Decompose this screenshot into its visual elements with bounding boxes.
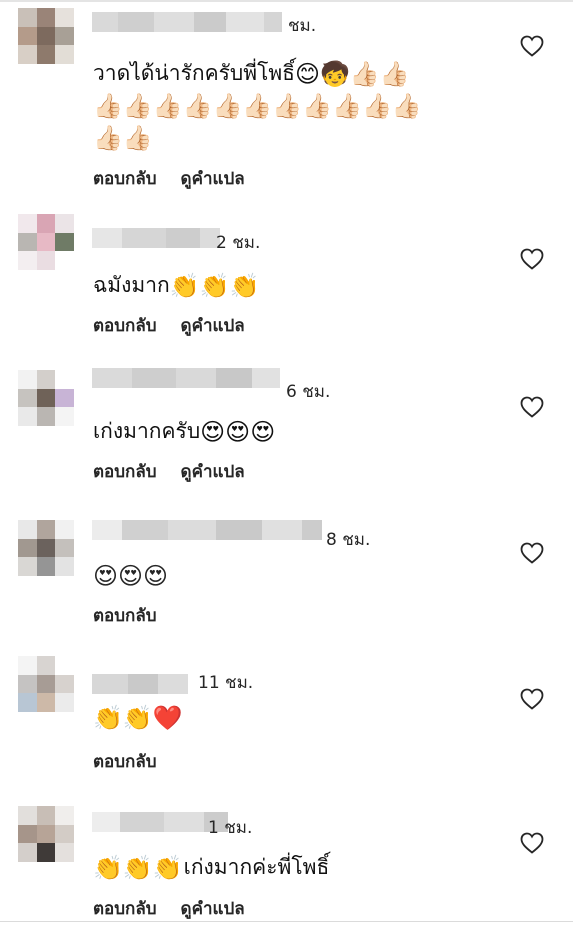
avatar[interactable]	[18, 656, 74, 712]
comment-body: วาดได้น่ารักครับพี่โพธิ์	[93, 61, 296, 85]
comment-actions: ตอบกลับ ดูคำแปล	[93, 458, 269, 485]
reply-button[interactable]: ตอบกลับ	[93, 169, 157, 189]
emoji-group: 😍😍😍	[93, 562, 169, 590]
bottom-divider	[0, 921, 573, 922]
translate-button[interactable]: ดูคำแปล	[181, 462, 245, 482]
emoji-row: 👍🏻👍🏻👍🏻👍🏻👍🏻👍🏻👍🏻👍🏻👍🏻👍🏻👍🏻	[93, 92, 422, 120]
heart-outline-icon[interactable]	[520, 35, 544, 57]
comment-actions: ตอบกลับ	[93, 602, 181, 629]
comment-actions: ตอบกลับ ดูคำแปล	[93, 312, 269, 339]
username-redacted[interactable]	[92, 368, 280, 388]
emoji-group: 😊🧒👍🏻👍🏻	[295, 60, 410, 88]
comment-text: 👏👏👏เก่งมากค่ะพี่โพธิ์	[93, 850, 329, 884]
reply-button[interactable]: ตอบกลับ	[93, 316, 157, 336]
comment-time: ชม.	[288, 16, 317, 36]
heart-outline-icon[interactable]	[520, 688, 544, 710]
comment-time: 11 ชม.	[198, 673, 254, 693]
translate-button[interactable]: ดูคำแปล	[181, 899, 245, 919]
emoji-group: 😍😍😍	[200, 418, 276, 446]
comment-body: ฉมังมาก	[93, 273, 170, 297]
avatar[interactable]	[18, 806, 74, 862]
heart-outline-icon[interactable]	[520, 396, 544, 418]
comment-time: 8 ชม.	[326, 530, 371, 550]
emoji-group: 👏👏👏	[169, 272, 260, 300]
heart-outline-icon[interactable]	[520, 542, 544, 564]
comment-actions: ตอบกลับ ดูคำแปล	[93, 895, 269, 922]
translate-button[interactable]: ดูคำแปล	[181, 169, 245, 189]
emoji-group: 👏👏👏	[93, 854, 183, 882]
translate-button[interactable]: ดูคำแปล	[181, 316, 245, 336]
username-redacted[interactable]	[92, 520, 322, 540]
comment-body: เก่งมากค่ะพี่โพธิ์	[183, 855, 330, 879]
reply-button[interactable]: ตอบกลับ	[93, 462, 157, 482]
emoji-row: 👍🏻👍🏻	[93, 124, 153, 152]
reply-button[interactable]: ตอบกลับ	[93, 606, 157, 626]
emoji-group: 👏👏❤️	[93, 704, 183, 732]
comment-text: วาดได้น่ารักครับพี่โพธิ์😊🧒👍🏻👍🏻	[93, 56, 411, 90]
heart-outline-icon[interactable]	[520, 832, 544, 854]
comment-text: ฉมังมาก👏👏👏	[93, 268, 260, 302]
username-redacted[interactable]	[92, 674, 188, 694]
comment-body: เก่งมากครับ	[93, 419, 201, 443]
avatar[interactable]	[18, 214, 74, 270]
comment-text: เก่งมากครับ😍😍😍	[93, 414, 276, 448]
top-divider	[0, 0, 573, 2]
avatar[interactable]	[18, 520, 74, 576]
comment-actions: ตอบกลับ ดูคำแปล	[93, 165, 269, 192]
heart-outline-icon[interactable]	[520, 248, 544, 270]
comment-time: 6 ชม.	[286, 382, 331, 402]
reply-button[interactable]: ตอบกลับ	[93, 899, 157, 919]
reply-button[interactable]: ตอบกลับ	[93, 752, 157, 772]
avatar[interactable]	[18, 8, 74, 64]
comment-time: 1 ชม.	[208, 818, 253, 838]
comment-actions: ตอบกลับ	[93, 748, 181, 775]
comment-time: 2 ชม.	[216, 233, 261, 253]
avatar[interactable]	[18, 370, 74, 426]
username-redacted[interactable]	[92, 228, 220, 248]
username-redacted[interactable]	[92, 12, 282, 32]
